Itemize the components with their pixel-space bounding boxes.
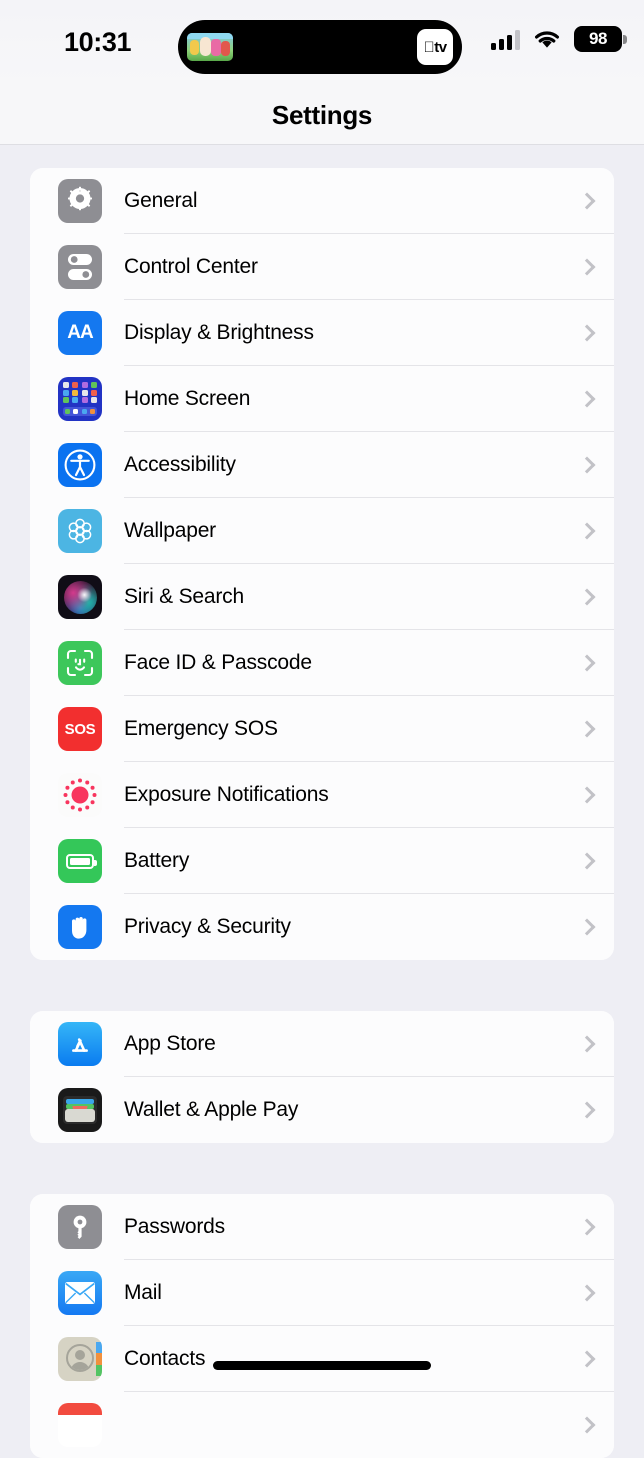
chevron-right-icon <box>581 852 592 871</box>
settings-group-accounts: Passwords Mail Contacts <box>30 1194 614 1458</box>
settings-row-label: General <box>124 189 198 212</box>
settings-row-label: Emergency SOS <box>124 717 278 740</box>
settings-row-label: Siri & Search <box>124 585 244 608</box>
display-brightness-icon: AA <box>58 311 102 355</box>
wallet-icon <box>58 1088 102 1132</box>
dynamic-island-live-activity[interactable]: tv <box>178 20 462 74</box>
sos-icon: SOS <box>58 707 102 751</box>
settings-row-app-store[interactable]: App Store <box>30 1011 614 1077</box>
status-bar: 10:31 tv 98 <box>0 0 644 86</box>
display-icon-glyph: AA <box>67 322 93 343</box>
face-id-icon <box>58 641 102 685</box>
settings-row-control-center[interactable]: Control Center <box>30 234 614 300</box>
battery-icon <box>58 839 102 883</box>
chevron-right-icon <box>581 654 592 673</box>
settings-row-display-brightness[interactable]: AA Display & Brightness <box>30 300 614 366</box>
chevron-right-icon <box>581 390 592 409</box>
settings-row-accessibility[interactable]: Accessibility <box>30 432 614 498</box>
settings-row-label: Battery <box>124 849 190 872</box>
navigation-bar: Settings <box>0 86 644 145</box>
chevron-right-icon <box>581 1350 592 1369</box>
chevron-right-icon <box>581 456 592 475</box>
settings-row-passwords[interactable]: Passwords <box>30 1194 614 1260</box>
settings-row-label: Accessibility <box>124 453 236 476</box>
settings-row-partial-below[interactable] <box>30 1392 614 1458</box>
status-bar-indicators: 98 <box>491 26 627 52</box>
battery-status-icon: 98 <box>574 26 627 52</box>
chevron-right-icon <box>581 720 592 739</box>
settings-row-wallpaper[interactable]: Wallpaper <box>30 498 614 564</box>
wifi-icon <box>533 29 561 50</box>
chevron-right-icon <box>581 258 592 277</box>
chevron-right-icon <box>581 588 592 607</box>
chevron-right-icon <box>581 192 592 211</box>
key-icon <box>58 1205 102 1249</box>
settings-row-label: Home Screen <box>124 387 251 410</box>
chevron-right-icon <box>581 1035 592 1054</box>
settings-row-label: Wallpaper <box>124 519 216 542</box>
control-center-icon <box>58 245 102 289</box>
cellular-bars-icon <box>491 29 520 50</box>
settings-scroll-view[interactable]: General Control Center AA Display & Brig <box>0 168 644 1458</box>
settings-row-face-id-passcode[interactable]: Face ID & Passcode <box>30 630 614 696</box>
apple-tv-logo-text: tv <box>423 38 447 56</box>
siri-icon <box>58 575 102 619</box>
mail-envelope-icon <box>58 1271 102 1315</box>
settings-row-home-screen[interactable]: Home Screen <box>30 366 614 432</box>
calendar-icon <box>58 1403 102 1447</box>
settings-row-label: Privacy & Security <box>124 915 291 938</box>
status-bar-clock: 10:31 <box>64 27 132 57</box>
wallpaper-icon <box>58 509 102 553</box>
settings-row-siri-search[interactable]: Siri & Search <box>30 564 614 630</box>
apple-tv-icon[interactable]: tv <box>417 29 453 65</box>
settings-row-mail[interactable]: Mail <box>30 1260 614 1326</box>
settings-row-label: Mail <box>124 1281 162 1304</box>
exposure-notifications-icon <box>58 773 102 817</box>
settings-row-label: Wallet & Apple Pay <box>124 1098 299 1121</box>
home-indicator[interactable] <box>213 1361 431 1370</box>
settings-row-label: Control Center <box>124 255 258 278</box>
settings-row-contacts[interactable]: Contacts <box>30 1326 614 1392</box>
settings-row-exposure-notifications[interactable]: Exposure Notifications <box>30 762 614 828</box>
settings-row-label: Exposure Notifications <box>124 783 329 806</box>
chevron-right-icon <box>581 1284 592 1303</box>
privacy-hand-icon <box>58 905 102 949</box>
battery-percent-label: 98 <box>589 29 607 48</box>
settings-group-system: General Control Center AA Display & Brig <box>30 168 614 960</box>
accessibility-icon <box>58 443 102 487</box>
chevron-right-icon <box>581 918 592 937</box>
page-title: Settings <box>271 99 373 130</box>
settings-row-privacy-security[interactable]: Privacy & Security <box>30 894 614 960</box>
settings-row-general[interactable]: General <box>30 168 614 234</box>
chevron-right-icon <box>581 1416 592 1435</box>
chevron-right-icon <box>581 1101 592 1120</box>
settings-row-emergency-sos[interactable]: SOS Emergency SOS <box>30 696 614 762</box>
settings-row-wallet-apple-pay[interactable]: Wallet & Apple Pay <box>30 1077 614 1143</box>
settings-group-store: App Store Wallet & Apple Pay <box>30 1011 614 1143</box>
chevron-right-icon <box>581 1218 592 1237</box>
gear-icon <box>58 179 102 223</box>
settings-row-label: Display & Brightness <box>124 321 314 344</box>
chevron-right-icon <box>581 324 592 343</box>
settings-row-label: App Store <box>124 1032 216 1055</box>
settings-row-battery[interactable]: Battery <box>30 828 614 894</box>
chevron-right-icon <box>581 522 592 541</box>
chevron-right-icon <box>581 786 592 805</box>
home-screen-icon <box>58 377 102 421</box>
app-store-icon <box>58 1022 102 1066</box>
settings-row-label: Face ID & Passcode <box>124 651 312 674</box>
sos-icon-glyph: SOS <box>64 720 96 738</box>
contacts-icon <box>58 1337 102 1381</box>
video-thumbnail <box>187 33 233 61</box>
settings-row-label: Passwords <box>124 1215 225 1238</box>
